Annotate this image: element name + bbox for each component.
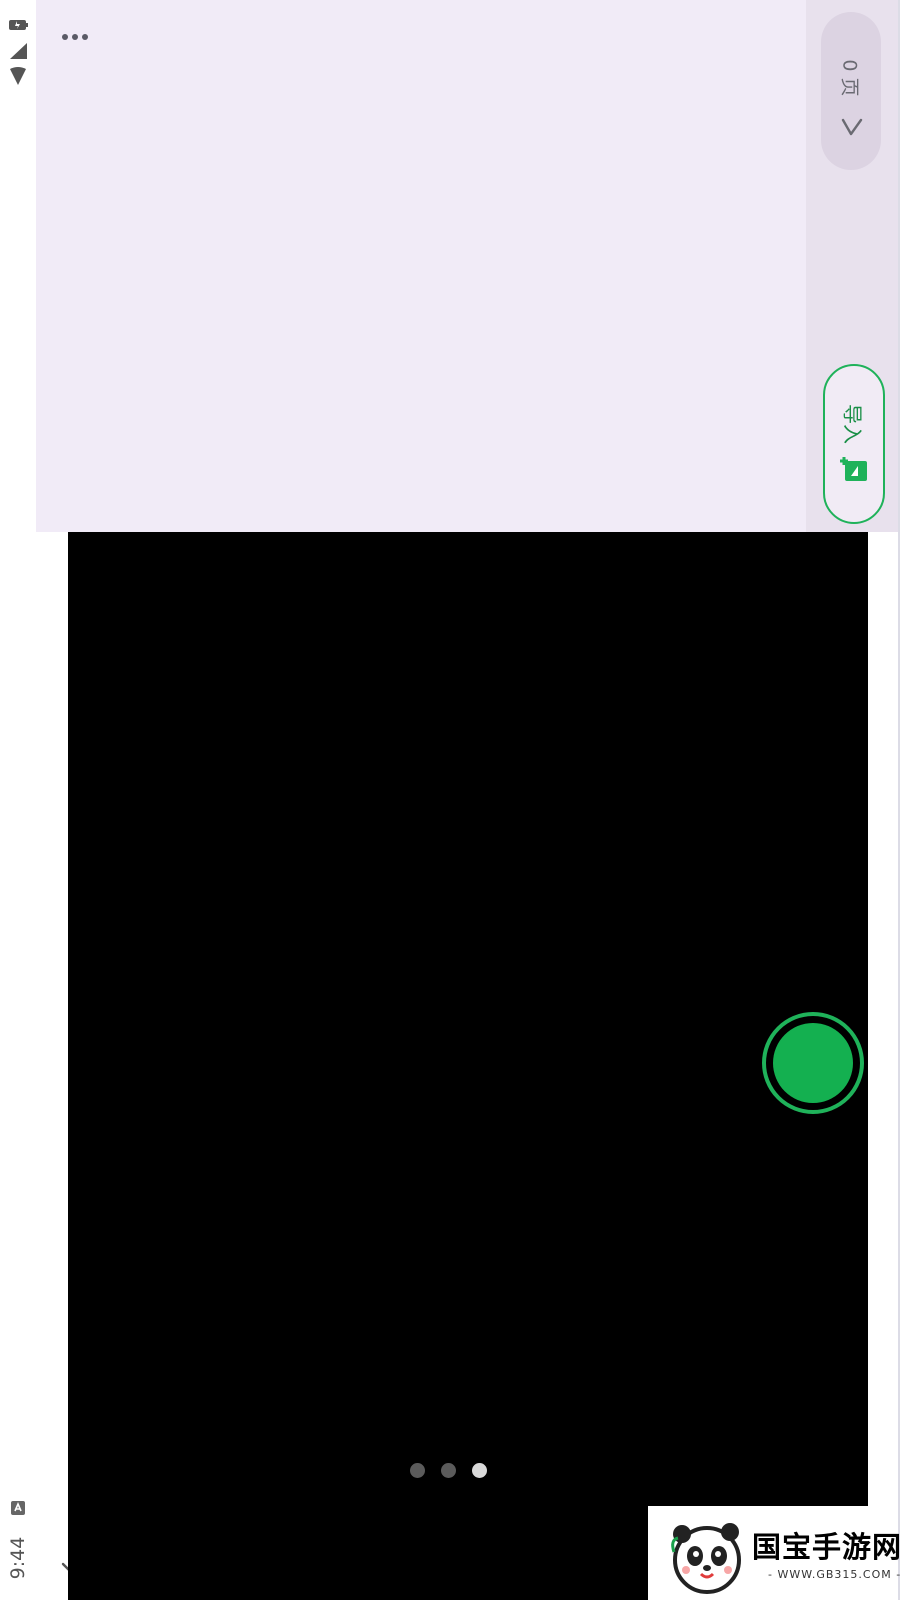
page-dot-2[interactable] (441, 1463, 456, 1478)
more-dot (82, 34, 88, 40)
document-preview-area (36, 0, 806, 532)
shutter-inner (773, 1023, 853, 1103)
import-button[interactable]: 导入 (823, 364, 885, 524)
shutter-button[interactable] (762, 1012, 864, 1114)
add-image-icon (840, 457, 867, 481)
panda-logo-icon (671, 1523, 741, 1594)
watermark-title: 国宝手游网 (752, 1530, 900, 1564)
import-label: 导入 (840, 404, 865, 444)
more-horizontal-icon (62, 34, 68, 40)
watermark: 国宝手游网 - WWW.GB315.COM - (648, 1506, 900, 1600)
camera-scan-screen: 9:44 0 页 导入 国宝手游网 - WWW.GB315.COM - (0, 0, 900, 1600)
pages-count-label: 0 页 (838, 59, 861, 97)
battery-icon (9, 20, 28, 30)
side-controls: 0 页 导入 (806, 0, 900, 532)
chevron-icon (841, 118, 863, 136)
wifi-icon (10, 67, 26, 85)
notification-icon (11, 1501, 25, 1515)
status-bar: 9:44 (0, 0, 36, 1600)
page-dot-3-active[interactable] (472, 1463, 487, 1478)
more-dot (72, 34, 78, 40)
more-options-button[interactable] (58, 22, 98, 50)
page-indicator (408, 1460, 498, 1480)
signal-icon (10, 43, 27, 59)
status-time: 9:44 (7, 1536, 29, 1580)
pages-button[interactable]: 0 页 (821, 12, 881, 170)
watermark-url: - WWW.GB315.COM - (768, 1568, 900, 1581)
camera-viewfinder[interactable] (68, 532, 868, 1600)
page-dot-1[interactable] (410, 1463, 425, 1478)
